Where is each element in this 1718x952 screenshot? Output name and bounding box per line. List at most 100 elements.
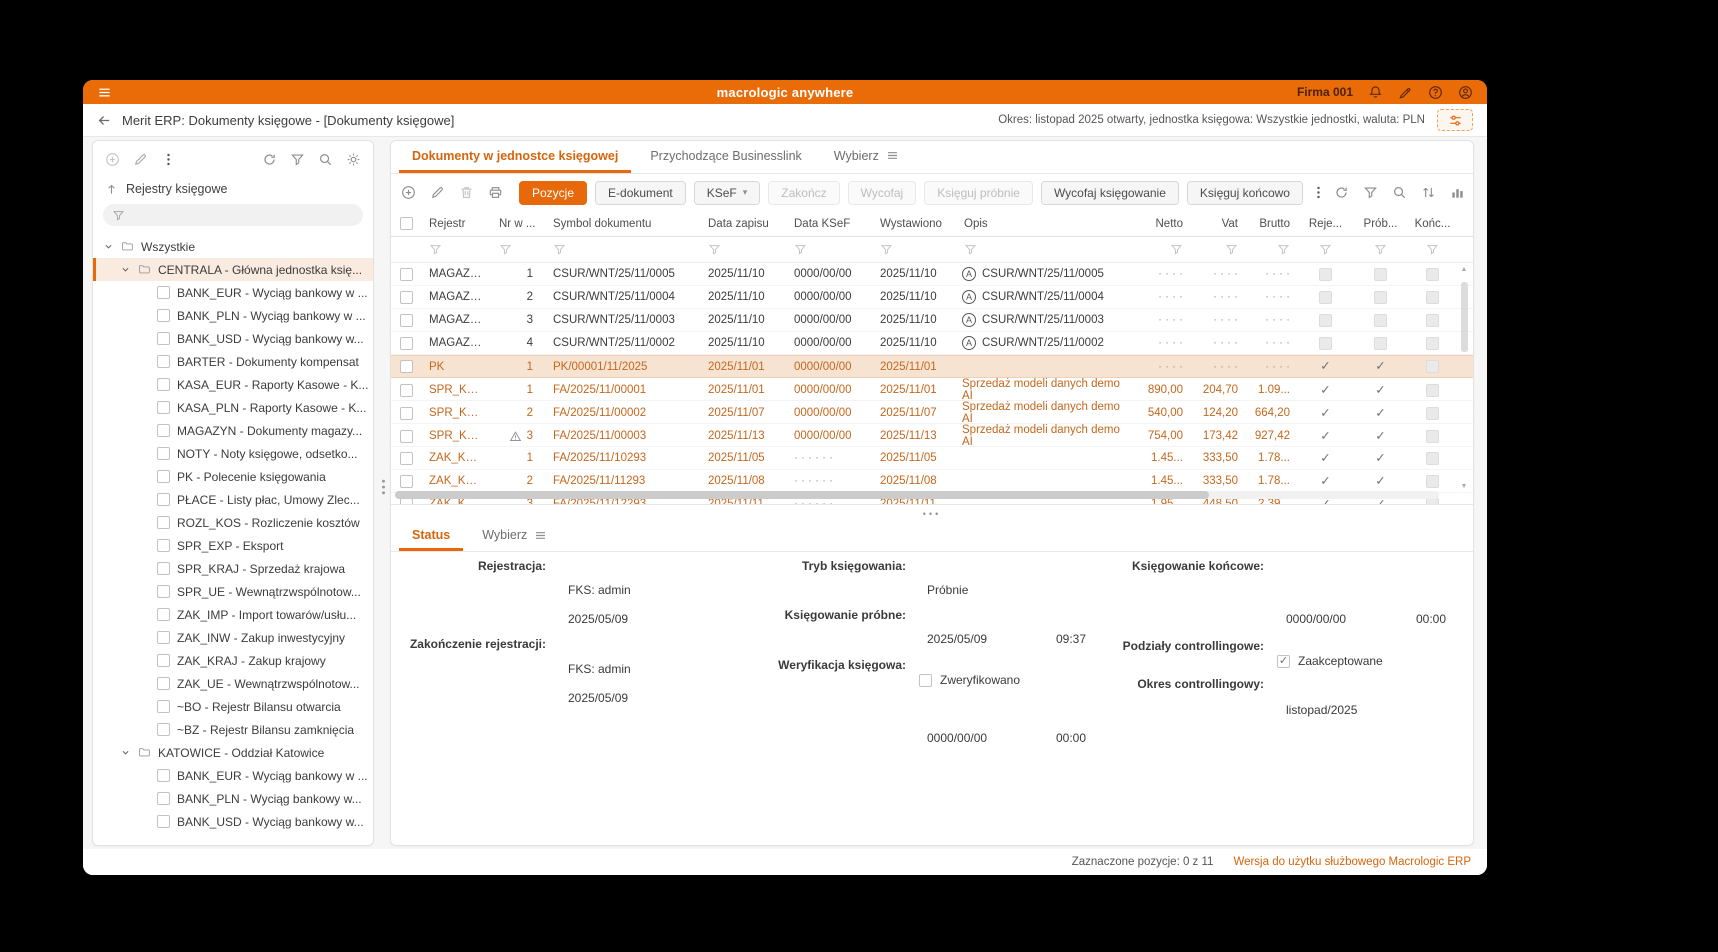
column-filter[interactable] [1136,243,1191,256]
rejestracja-checkbox[interactable] [1319,336,1332,350]
zweryfikowano-checkbox[interactable]: Zweryfikowano [919,673,1020,687]
column-header[interactable]: Reje... [1298,218,1353,230]
register-checkbox[interactable] [157,654,170,667]
row-checkbox[interactable] [399,290,413,304]
column-header[interactable]: Netto [1136,218,1191,230]
sort-icon[interactable] [1421,185,1436,200]
edit-icon[interactable] [430,185,445,200]
register-checkbox[interactable] [157,631,170,644]
koncowe-checkbox[interactable] [1426,313,1439,327]
tree-item[interactable]: BANK_PLN - Wyciąg bankowy w... [93,787,373,810]
probne-checkbox[interactable] [1374,267,1387,281]
column-filter[interactable] [1408,243,1457,256]
register-checkbox[interactable] [157,401,170,414]
rejestracja-checkbox[interactable] [1319,313,1332,327]
tree-item[interactable]: SPR_KRAJ - Sprzedaż krajowa [93,557,373,580]
column-header[interactable]: Końc... [1408,218,1457,230]
probne-checkbox[interactable] [1374,290,1387,304]
column-filter[interactable] [421,243,491,256]
tree-item[interactable]: Wszystkie [93,235,373,258]
register-checkbox[interactable] [157,309,170,322]
koncowe-checkbox[interactable] [1426,429,1439,443]
row-checkbox[interactable] [399,313,413,327]
column-header[interactable]: Rejestr [421,218,491,230]
tab[interactable]: Dokumenty w jednostce księgowej [399,141,632,173]
register-checkbox[interactable] [157,769,170,782]
koncowe-checkbox[interactable] [1426,267,1439,281]
tree-item[interactable]: SPR_EXP - Eksport [93,534,373,557]
koncowe-checkbox[interactable] [1426,474,1439,488]
column-header[interactable]: Wystawiono [872,218,956,230]
kebab-icon[interactable] [1311,185,1326,200]
panel-resize-handle[interactable]: ••• [377,479,389,497]
column-filter[interactable] [786,243,872,256]
tree-item[interactable]: ZAK_INW - Zakup inwestycyjny [93,626,373,649]
tree-item[interactable]: ~BO - Rejestr Bilansu otwarcia [93,695,373,718]
koncowe-checkbox[interactable] [1426,451,1439,465]
settings-icon[interactable] [346,152,361,167]
rejestracja-checkbox[interactable] [1319,384,1332,397]
column-filter[interactable] [1298,243,1353,256]
user-icon[interactable] [1458,85,1473,100]
chart-icon[interactable] [1450,185,1465,200]
tree-item[interactable]: BANK_EUR - Wyciąg bankowy w ... [93,764,373,787]
table-row[interactable]: MAGAZYN 3 CSUR/WNT/25/11/0003 2025/11/10… [391,309,1473,332]
panel-splitter-handle[interactable]: ••• [391,504,1473,522]
register-checkbox[interactable] [157,700,170,713]
probne-checkbox[interactable] [1374,360,1387,373]
add-icon[interactable] [401,185,416,200]
tab[interactable]: Status [399,522,464,551]
chevron-down-icon[interactable] [120,747,131,758]
tree-filter-input[interactable] [103,204,363,226]
tree-item[interactable]: SPR_UE - Wewnątrzwspólnotow... [93,580,373,603]
probne-checkbox[interactable] [1374,407,1387,420]
koncowe-checkbox[interactable] [1426,383,1439,397]
probne-checkbox[interactable] [1374,336,1387,350]
rejestracja-checkbox[interactable] [1319,407,1332,420]
scroll-down-icon[interactable]: ▼ [1461,483,1468,490]
tab[interactable]: Wybierz [469,522,560,551]
edit-icon[interactable] [133,152,148,167]
tree-item[interactable]: ZAK_UE - Wewnątrzwspólnotow... [93,672,373,695]
register-checkbox[interactable] [157,792,170,805]
toolbar-button[interactable]: KSeF ▾ [693,180,761,205]
row-checkbox[interactable] [399,267,413,281]
scrollbar-thumb[interactable] [395,491,1210,499]
back-arrow-icon[interactable] [97,113,112,128]
column-filter[interactable] [1191,243,1246,256]
row-checkbox[interactable] [399,474,413,488]
column-filter[interactable] [872,243,956,256]
probne-checkbox[interactable] [1374,384,1387,397]
toolbar-button[interactable]: Zakończ ▾ [768,180,840,205]
tree-item[interactable]: PK - Polecenie księgowania [93,465,373,488]
help-icon[interactable] [1428,85,1443,100]
toolbar-button[interactable]: Wycofaj księgowanie ▾ [1040,180,1179,205]
row-checkbox[interactable] [399,406,413,420]
register-checkbox[interactable] [157,332,170,345]
column-header[interactable]: Symbol dokumentu [545,218,700,230]
menu-icon[interactable] [97,85,112,100]
column-filter[interactable] [700,243,786,256]
rejestracja-checkbox[interactable] [1319,430,1332,443]
delete-icon[interactable] [459,185,474,200]
column-header[interactable]: Opis [956,218,1136,230]
rejestracja-checkbox[interactable] [1319,452,1332,465]
filter-icon[interactable] [1363,185,1378,200]
view-settings-button[interactable] [1437,109,1473,131]
column-header[interactable]: Data KSeF [786,218,872,230]
column-header[interactable]: Prób... [1353,218,1408,230]
koncowe-checkbox[interactable] [1426,290,1439,304]
row-checkbox[interactable] [399,383,413,397]
filter-icon[interactable] [290,152,305,167]
tree-item[interactable]: NOTY - Noty księgowe, odsetko... [93,442,373,465]
column-filter[interactable] [545,243,700,256]
column-filter[interactable] [956,243,1136,256]
table-row[interactable]: MAGAZYN 1 CSUR/WNT/25/11/0005 2025/11/10… [391,263,1473,286]
table-row[interactable]: MAGAZYN 4 CSUR/WNT/25/11/0002 2025/11/10… [391,332,1473,355]
pen-icon[interactable] [1398,85,1413,100]
column-filter[interactable] [1246,243,1298,256]
register-checkbox[interactable] [157,424,170,437]
register-checkbox[interactable] [157,378,170,391]
chevron-down-icon[interactable] [103,241,114,252]
tree-item[interactable]: CENTRALA - Główna jednostka księ... [93,258,373,281]
